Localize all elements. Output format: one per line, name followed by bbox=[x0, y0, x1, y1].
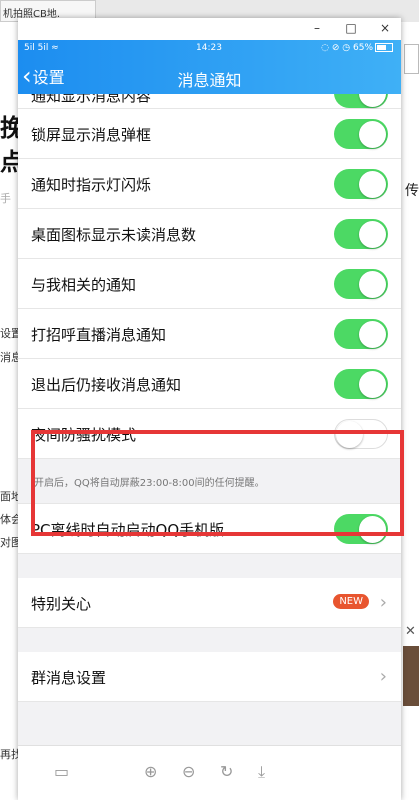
toggle-knob bbox=[359, 321, 386, 348]
toggle-switch[interactable] bbox=[334, 269, 388, 299]
status-time: 14:23 bbox=[196, 43, 222, 53]
setting-label: 与我相关的通知 bbox=[31, 276, 137, 294]
window-controls: – □ × bbox=[18, 18, 401, 40]
mirror-window: – □ × 5il 5il ≈ 14:23 ◌ ⊘ ◷ 65% ‹ 设置 消息通… bbox=[18, 18, 404, 800]
setting-row: 与我相关的通知 bbox=[18, 259, 401, 309]
close-icon: ✕ bbox=[405, 624, 416, 639]
bg-text: 设置 bbox=[0, 327, 20, 340]
setting-row: 通知显示消息内容 bbox=[18, 94, 401, 109]
toggle-knob bbox=[359, 171, 386, 198]
signal-icon: 5il 5il ≈ bbox=[24, 43, 59, 53]
toggle-switch[interactable] bbox=[334, 94, 388, 108]
setting-label: 通知时指示灯闪烁 bbox=[31, 176, 152, 194]
night-mode-hint: 开启后，QQ将自动屏蔽23:00-8:00间的任何提醒。 bbox=[18, 459, 401, 503]
settings-list: 通知显示消息内容 锁屏显示消息弹框 通知时指示灯闪烁 桌面图标显示未读消息数 与… bbox=[18, 94, 401, 746]
rotate-icon[interactable]: ↻ bbox=[220, 762, 233, 781]
new-badge: NEW bbox=[333, 594, 369, 609]
toggle-switch[interactable] bbox=[334, 514, 388, 544]
setting-row: PC离线时自动启动QQ手机版 bbox=[18, 503, 401, 554]
setting-label: 桌面图标显示未读消息数 bbox=[31, 226, 197, 244]
download-icon[interactable]: ⤓ bbox=[258, 762, 265, 782]
toggle-knob bbox=[359, 94, 386, 107]
chevron-right-icon: › bbox=[379, 666, 387, 687]
setting-row: 通知时指示灯闪烁 bbox=[18, 159, 401, 209]
bg-text: 再找 bbox=[0, 748, 20, 761]
toggle-switch[interactable] bbox=[334, 369, 388, 399]
setting-row: 退出后仍接收消息通知 bbox=[18, 359, 401, 409]
setting-label: PC离线时自动启动QQ手机版 bbox=[31, 521, 225, 539]
toggle-knob bbox=[359, 221, 386, 248]
status-icons: ◌ ⊘ ◷ 65% bbox=[321, 43, 393, 53]
navbar: ‹ 设置 消息通知 bbox=[18, 58, 401, 94]
setting-label: 通知显示消息内容 bbox=[31, 94, 152, 105]
phone-header: 5il 5il ≈ 14:23 ◌ ⊘ ◷ 65% ‹ 设置 消息通知 bbox=[18, 40, 401, 94]
maximize-button[interactable]: □ bbox=[341, 21, 361, 35]
background-image bbox=[403, 646, 419, 706]
zoom-out-icon[interactable]: ⊖ bbox=[182, 762, 195, 781]
tablet-icon[interactable]: ▭ bbox=[54, 762, 69, 781]
status-text: ◌ ⊘ ◷ 65% bbox=[321, 43, 373, 53]
hint-text: 开启后，QQ将自动屏蔽23:00-8:00间的任何提醒。 bbox=[34, 478, 265, 489]
setting-label: 特别关心 bbox=[31, 595, 92, 613]
toggle-knob bbox=[336, 421, 363, 448]
toggle-knob bbox=[359, 371, 386, 398]
bg-text: 面地 bbox=[0, 490, 20, 503]
toggle-switch[interactable] bbox=[334, 419, 388, 449]
toggle-knob bbox=[359, 121, 386, 148]
background-input bbox=[404, 44, 419, 74]
bg-text: 传输 bbox=[405, 183, 419, 199]
section-gap bbox=[18, 554, 401, 578]
toggle-switch[interactable] bbox=[334, 119, 388, 149]
battery-icon bbox=[375, 43, 393, 52]
bg-text: 对图 bbox=[0, 536, 20, 549]
bg-text: 体会 bbox=[0, 513, 20, 526]
group-message-row[interactable]: 群消息设置 › bbox=[18, 652, 401, 702]
minimize-button[interactable]: – bbox=[307, 21, 327, 35]
toggle-switch[interactable] bbox=[334, 169, 388, 199]
setting-label: 夜间防骚扰模式 bbox=[31, 426, 137, 444]
zoom-in-icon[interactable]: ⊕ bbox=[144, 762, 157, 781]
setting-label: 群消息设置 bbox=[31, 669, 107, 687]
toggle-switch[interactable] bbox=[334, 219, 388, 249]
setting-label: 退出后仍接收消息通知 bbox=[31, 376, 182, 394]
bg-text: 手 bbox=[0, 192, 11, 205]
special-care-row[interactable]: 特别关心 NEW › bbox=[18, 578, 401, 628]
setting-row-night-mode: 夜间防骚扰模式 bbox=[18, 409, 401, 459]
setting-label: 锁屏显示消息弹框 bbox=[31, 126, 152, 144]
chevron-right-icon: › bbox=[379, 592, 387, 613]
toggle-switch[interactable] bbox=[334, 319, 388, 349]
toggle-knob bbox=[359, 516, 386, 543]
section-gap bbox=[18, 628, 401, 652]
setting-label: 打招呼直播消息通知 bbox=[31, 326, 167, 344]
page-title: 消息通知 bbox=[177, 71, 242, 90]
bg-text: 消息 bbox=[0, 351, 20, 364]
close-button[interactable]: × bbox=[375, 21, 395, 35]
setting-row: 桌面图标显示未读消息数 bbox=[18, 209, 401, 259]
setting-row: 打招呼直播消息通知 bbox=[18, 309, 401, 359]
setting-row: 锁屏显示消息弹框 bbox=[18, 109, 401, 159]
bottom-toolbar: ▭ ⊕ ⊖ ↻ ⤓ bbox=[18, 745, 401, 800]
status-bar: 5il 5il ≈ 14:23 ◌ ⊘ ◷ 65% bbox=[18, 40, 401, 58]
toggle-knob bbox=[359, 271, 386, 298]
